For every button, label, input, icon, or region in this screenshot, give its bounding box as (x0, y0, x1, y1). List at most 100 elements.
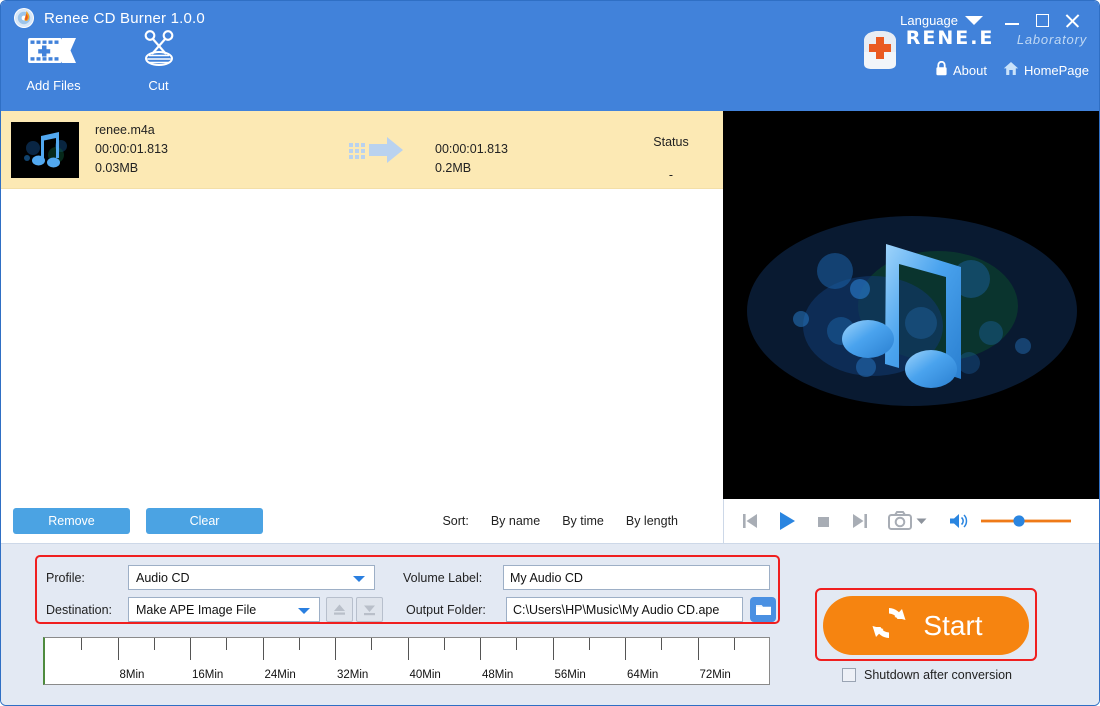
volume-label-label: Volume Label: (403, 570, 483, 585)
ruler-tick-minor (81, 638, 83, 650)
title-bar: Renee CD Burner 1.0.0 Language RENE.E La… (1, 1, 1099, 111)
settings-panel: Profile: Audio CD Volume Label: My Audio… (1, 544, 1099, 705)
settings-outline: Profile: Audio CD Volume Label: My Audio… (35, 555, 780, 624)
ruler-label: 64Min (627, 669, 659, 681)
shutdown-label: Shutdown after conversion (864, 668, 1013, 682)
chevron-down-icon (298, 608, 310, 614)
ruler-label: 32Min (337, 669, 369, 681)
chevron-down-icon (353, 576, 365, 582)
destination-value: Make APE Image File (136, 602, 257, 617)
ruler-tick-minor (298, 638, 300, 650)
ruler-label: 24Min (264, 669, 296, 681)
conversion-arrow-icon (347, 135, 419, 165)
ruler-label: 48Min (482, 669, 514, 681)
player-controls (723, 499, 1099, 544)
output-folder-input[interactable]: C:\Users\HP\Music\My Audio CD.ape (506, 597, 743, 622)
volume-label-input[interactable]: My Audio CD (503, 565, 770, 590)
ruler-tick-major (552, 638, 554, 660)
add-files-icon (1, 29, 106, 71)
ruler-tick-minor (371, 638, 373, 650)
profile-row: Profile: Audio CD Volume Label: My Audio… (46, 565, 770, 590)
volume-icon[interactable] (949, 512, 969, 530)
start-outline: Start (815, 588, 1037, 661)
sort-by-length[interactable]: By length (626, 514, 678, 528)
ruler-tick-minor (661, 638, 663, 650)
ruler-label: 40Min (409, 669, 441, 681)
ruler-tick-major (480, 638, 481, 660)
toolbar: Add Files Cut (1, 29, 211, 93)
window-title-group: Renee CD Burner 1.0.0 (13, 7, 205, 29)
ruler-tick-minor (443, 638, 445, 650)
medical-cross-icon (856, 28, 904, 72)
destination-label: Destination: (46, 602, 113, 617)
chevron-down-icon[interactable] (965, 15, 983, 25)
camera-dropdown-caret-icon[interactable] (916, 517, 927, 525)
lock-icon (935, 60, 948, 79)
shutdown-checkbox[interactable] (842, 668, 856, 682)
cut-button[interactable]: Cut (106, 29, 211, 93)
output-folder-value: C:\Users\HP\Music\My Audio CD.ape (513, 602, 720, 617)
ruler-tick-minor (588, 638, 590, 650)
page-title: Renee CD Burner 1.0.0 (44, 9, 205, 27)
ruler-label: 8Min (119, 669, 145, 681)
home-icon (1003, 61, 1019, 79)
ruler-tick-major (335, 638, 336, 660)
ruler-tick-minor (516, 638, 518, 650)
preview-pane[interactable] (723, 111, 1099, 499)
file-list[interactable]: renee.m4a 00:00:01.813 0.03MB . 00:00:01… (1, 111, 723, 499)
brand-links: About HomePage (935, 60, 1089, 79)
sort-by-time[interactable]: By time (562, 514, 604, 528)
shutdown-option[interactable]: Shutdown after conversion (842, 668, 1012, 682)
sort-label: Sort: (442, 514, 469, 528)
destination-select[interactable]: Make APE Image File (128, 597, 320, 622)
destination-row: Destination: Make APE Image File Output … (46, 597, 776, 622)
profile-select[interactable]: Audio CD (128, 565, 375, 590)
homepage-label: HomePage (1023, 62, 1089, 78)
music-note-thumbnail (11, 121, 79, 178)
eject-down-button[interactable] (356, 597, 383, 622)
status-column: Status - (641, 135, 701, 182)
brand-text: RENE.E Laboratory (906, 28, 1087, 49)
volume-label-value: My Audio CD (510, 570, 583, 585)
output-duration: 00:00:01.813 (435, 142, 508, 156)
add-files-button[interactable]: Add Files (1, 29, 106, 93)
cut-label: Cut (148, 78, 169, 93)
ruler-tick-major (117, 638, 119, 660)
camera-icon[interactable] (888, 511, 913, 531)
ruler-tick-major (697, 638, 699, 660)
cd-flame-icon (13, 7, 35, 29)
volume-slider[interactable] (981, 514, 1071, 528)
clear-button[interactable]: Clear (146, 508, 263, 534)
ruler-tick-minor (153, 638, 155, 650)
stop-icon[interactable] (816, 513, 832, 529)
homepage-link[interactable]: HomePage (1003, 61, 1089, 79)
capacity-ruler[interactable]: 8Min 16Min 24Min 32Min 40Min 48Min 56Min 64Min 7… (43, 637, 770, 685)
profile-label: Profile: (46, 570, 85, 585)
ruler-tick-major (262, 638, 264, 660)
start-button[interactable]: Start (823, 596, 1029, 655)
play-icon[interactable] (776, 510, 798, 532)
about-link[interactable]: About (935, 60, 987, 79)
remove-button[interactable]: Remove (13, 508, 130, 534)
ruler-tick-minor (226, 638, 228, 650)
output-folder-label: Output Folder: (406, 602, 486, 617)
output-info: . 00:00:01.813 0.2MB (435, 121, 605, 178)
next-track-icon[interactable] (850, 511, 870, 531)
file-info: renee.m4a 00:00:01.813 0.03MB (95, 121, 325, 178)
profile-value: Audio CD (136, 570, 190, 585)
music-note-artwork (723, 111, 1099, 499)
refresh-circle-icon (869, 603, 909, 648)
language-label: Language (900, 12, 958, 28)
sort-controls: Sort: By name By time By length (442, 514, 678, 528)
file-size: 0.03MB (95, 161, 139, 175)
browse-folder-button[interactable] (750, 597, 776, 622)
table-row[interactable]: renee.m4a 00:00:01.813 0.03MB . 00:00:01… (1, 111, 723, 189)
ruler-tick-major (407, 638, 409, 660)
previous-track-icon[interactable] (740, 511, 760, 531)
add-files-label: Add Files (26, 78, 81, 93)
status-header: Status (653, 135, 689, 149)
output-size: 0.2MB (435, 161, 472, 175)
brand-subtitle: Laboratory (1016, 32, 1087, 47)
eject-up-button[interactable] (326, 597, 353, 622)
sort-by-name[interactable]: By name (491, 514, 540, 528)
